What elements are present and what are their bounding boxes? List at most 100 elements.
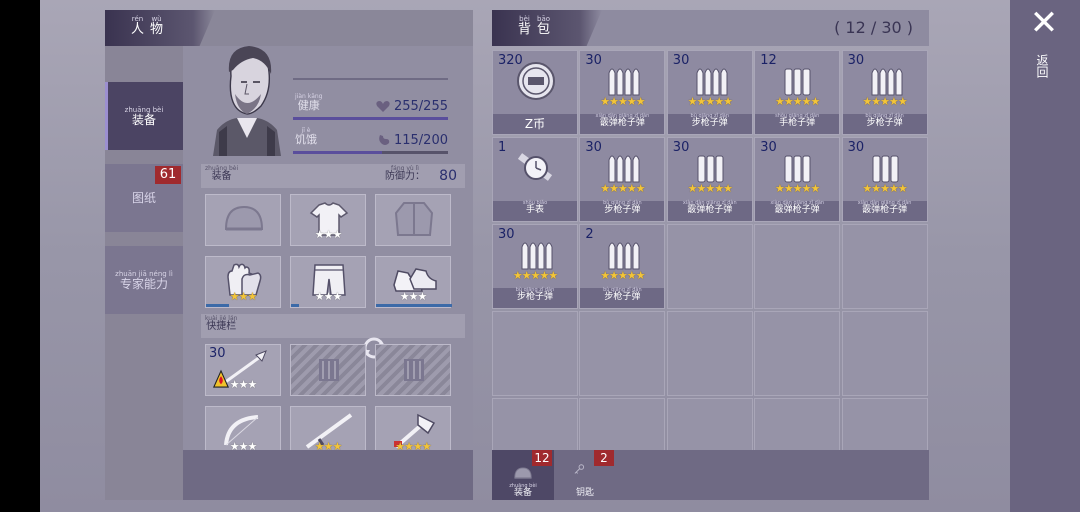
item-name: Z币 (493, 114, 577, 134)
star-gold-icon: ★ (783, 95, 794, 108)
bag-tab-text: 钥匙 (575, 488, 594, 498)
defense-label: 防御力： (385, 171, 425, 182)
star-gold-icon: ★ (723, 95, 733, 108)
helmet-icon (514, 467, 532, 479)
stat-bar-fill (293, 151, 383, 154)
star-gold-icon: ★ (247, 290, 257, 303)
return-label[interactable]: 返回 (1035, 54, 1050, 78)
bag-item[interactable]: 30 ★★★★★ xiàn dàn qiāng zǐ dàn 霰弹枪子弹 (754, 137, 841, 222)
star-gold-icon: ★ (548, 269, 558, 282)
equip-slot[interactable]: ★★★ (290, 256, 366, 308)
stat-label-text: 饥饿 (295, 133, 317, 146)
equip-slot[interactable]: ★★★ (205, 256, 281, 308)
empty-bag-slot (841, 311, 928, 396)
star-gold-icon: ★ (705, 95, 715, 108)
star-gold-icon: ★ (521, 269, 532, 282)
star-rating: ★★★ (291, 290, 365, 303)
tab-equipment[interactable]: zhuāng bèi 装备 (105, 82, 183, 150)
item-name: bù qiāng zǐ dàn 步枪子弹 (842, 114, 927, 134)
bag-header-char: bèi 背 (518, 16, 531, 37)
star-white-icon: ★ (332, 290, 342, 303)
bag-item[interactable]: 2 ★★★★★ bù qiāng zǐ dàn 步枪子弹 (579, 224, 666, 309)
star-gold-icon: ★ (792, 182, 803, 195)
item-count: 2 (585, 227, 594, 242)
equip-slot[interactable]: ★★★ (290, 194, 366, 246)
bag-tab-keys[interactable]: 钥匙 2 (554, 450, 616, 500)
item-name-text: 步枪子弹 (516, 292, 553, 302)
bag-tab-label: zhuāng bèi 装备 (492, 484, 554, 498)
bag-top-bar: bèi 背 bāo 包 ( 12 / 30 ) (492, 10, 929, 46)
star-gold-icon: ★ (801, 182, 812, 195)
item-name: bù qiāng zǐ dàn 步枪子弹 (667, 114, 752, 134)
equip-slot[interactable]: ★★★ (375, 256, 452, 308)
item-count: 30 (847, 53, 865, 68)
character-header-char: wù 物 (150, 16, 164, 37)
character-header-char: rén 人 (131, 16, 144, 37)
star-rating: ★★★★★ (580, 95, 664, 108)
bag-item[interactable]: 1 shǒu biǎo 手表 (492, 137, 578, 222)
bag-item[interactable]: 320 Z币 (492, 50, 578, 135)
bag-item[interactable]: 30 ★★★★★ xiàn dàn qiāng zǐ dàn 霰弹枪子弹 (841, 137, 928, 222)
star-gold-icon: ★ (897, 95, 908, 108)
bag-item[interactable]: 30 ★★★★★ bù qiāng zǐ dàn 步枪子弹 (666, 50, 753, 135)
star-rating: ★★★★★ (668, 95, 752, 108)
star-gold-icon: ★ (783, 182, 794, 195)
item-name: xiàn dàn qiāng zǐ dàn 霰弹枪子弹 (580, 114, 665, 134)
character-header-text: 物 (150, 22, 164, 37)
bag-item[interactable]: 30 ★★★★★ bù qiāng zǐ dàn 步枪子弹 (492, 224, 578, 309)
bag-item[interactable]: 30 ★★★★★ xiàn dàn qiāng zǐ dàn 霰弹枪子弹 (579, 50, 666, 135)
durability-bar (206, 304, 229, 307)
bag-item[interactable]: 30 ★★★★★ xiàn dàn qiāng zǐ dàn 霰弹枪子弹 (666, 137, 753, 222)
stat-value-text: 115/200 (393, 133, 448, 148)
item-name-text: 手枪子弹 (779, 118, 816, 128)
stat-label: jiàn kāng 健康 (295, 94, 322, 112)
star-rating: ★★★★★ (580, 182, 664, 195)
item-name-text: 步枪子弹 (604, 292, 641, 302)
close-button[interactable]: ✕ (1028, 6, 1060, 40)
empty-bag-slot (579, 311, 666, 396)
bag-item[interactable]: 30 ★★★★★ bù qiāng zǐ dàn 步枪子弹 (579, 137, 666, 222)
star-gold-icon: ★ (705, 182, 715, 195)
stat-bar-fill (293, 117, 448, 120)
star-white-icon: ★ (314, 290, 325, 303)
equipment-section-label: 装备 (211, 171, 232, 182)
stat-bar-track (293, 117, 448, 120)
tab-expert-skills[interactable]: zhuān jiā néng lì 专家能力 (105, 246, 183, 314)
durability-bar (376, 304, 452, 307)
empty-bag-slot (754, 311, 841, 396)
quick-slot[interactable]: 30 ★★★ (205, 344, 281, 396)
equip-slot[interactable] (375, 194, 451, 246)
star-rating: ★★★★★ (493, 269, 577, 282)
item-name: shǒu qiāng zǐ dàn 手枪子弹 (755, 114, 840, 134)
item-name-text: 霰弹枪子弹 (599, 118, 645, 128)
star-gold-icon: ★ (626, 269, 637, 282)
stats-top-line (293, 78, 448, 80)
empty-bag-slot (666, 224, 753, 309)
star-rating: ★★★★★ (580, 269, 664, 282)
star-rating: ★★★★★ (755, 182, 839, 195)
tab-blueprints[interactable]: 图纸 61 (105, 164, 183, 232)
item-name: shǒu biǎo 手表 (493, 201, 577, 221)
star-gold-icon: ★ (801, 95, 812, 108)
key-icon (574, 464, 585, 474)
equip-slot[interactable] (205, 194, 281, 246)
tab-label: zhuān jiā néng lì 专家能力 (115, 270, 173, 290)
star-rating: ★★★★★ (843, 95, 927, 108)
star-gold-icon: ★ (600, 95, 610, 108)
stat-value: 255/255 (376, 99, 448, 114)
star-gold-icon: ★ (862, 182, 872, 195)
item-name: bù qiāng zǐ dàn 步枪子弹 (580, 201, 665, 221)
item-count: 12 (760, 53, 777, 68)
star-rating: ★★★ (291, 228, 365, 241)
bag-item[interactable]: 12 ★★★★★ shǒu qiāng zǐ dàn 手枪子弹 (754, 50, 841, 135)
star-gold-icon: ★ (600, 269, 610, 282)
star-gold-icon: ★ (635, 95, 646, 108)
star-gold-icon: ★ (889, 95, 899, 108)
bag-tab-equipment[interactable]: zhuāng bèi 装备 12 (492, 450, 554, 500)
star-gold-icon: ★ (617, 269, 628, 282)
tab-label-text: 装备 (131, 112, 156, 127)
bag-item[interactable]: 30 ★★★★★ bù qiāng zǐ dàn 步枪子弹 (841, 50, 928, 135)
star-rating: ★★★★★ (843, 182, 927, 195)
health-stat: jiàn kāng 健康 255/255 (293, 90, 448, 120)
star-gold-icon: ★ (609, 269, 619, 282)
